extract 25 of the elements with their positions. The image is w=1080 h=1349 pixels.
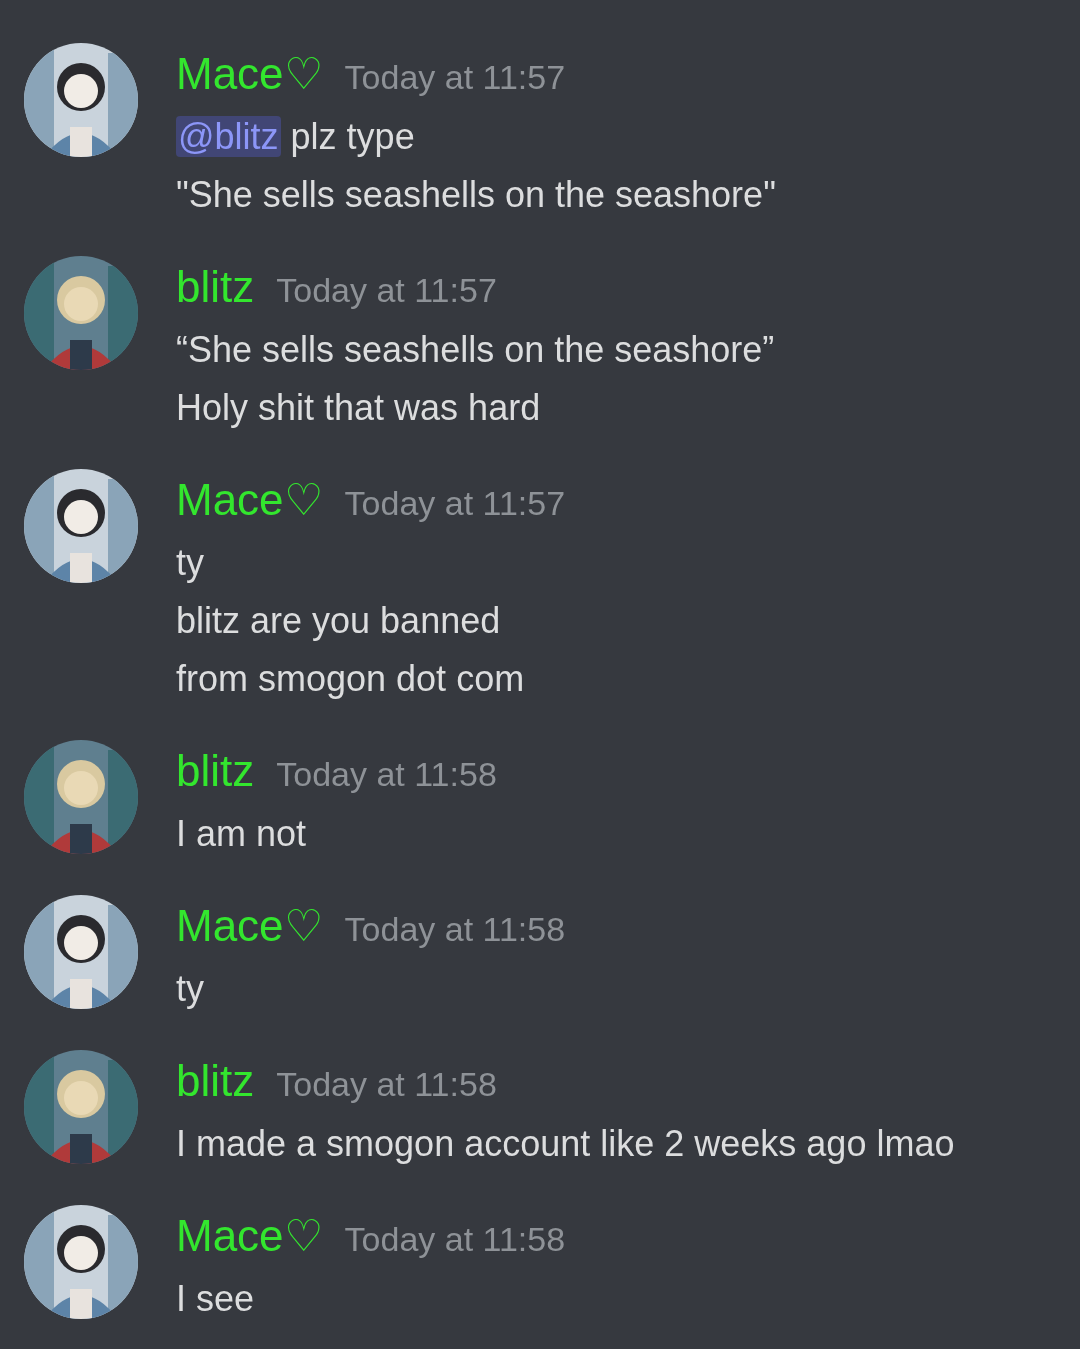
username[interactable]: blitz	[176, 257, 255, 317]
username[interactable]: blitz	[176, 1051, 255, 1111]
message-text: “She sells seashells on the seashore”	[176, 328, 775, 372]
username[interactable]: blitz	[176, 741, 255, 801]
timestamp: Today at 11:57	[344, 484, 566, 523]
message-text: blitz are you banned	[176, 599, 502, 643]
message-text: I am not	[176, 812, 308, 856]
message-text: from smogon dot com	[176, 657, 526, 701]
username[interactable]: Mace♡	[176, 470, 323, 530]
message-text: ty	[176, 967, 205, 1011]
timestamp: Today at 11:58	[344, 1220, 566, 1259]
message-text: "She sells seashells on the seashore"	[176, 173, 776, 217]
username[interactable]: Mace♡	[176, 1206, 323, 1266]
timestamp: Today at 11:58	[276, 755, 497, 794]
message-text: Holy shit that was hard	[176, 386, 542, 430]
message-text: I made a smogon account like 2 weeks ago lmao	[176, 1122, 955, 1166]
message-text: @blitz plz type	[176, 115, 416, 159]
timestamp: Today at 11:57	[276, 271, 497, 310]
username[interactable]: Mace♡	[176, 896, 323, 956]
timestamp: Today at 11:58	[276, 1065, 497, 1104]
username[interactable]: Mace♡	[176, 44, 323, 104]
timestamp: Today at 11:57	[344, 58, 566, 97]
message-text: ty	[176, 541, 205, 585]
message-text: I see	[176, 1277, 256, 1321]
timestamp: Today at 11:58	[344, 910, 566, 949]
